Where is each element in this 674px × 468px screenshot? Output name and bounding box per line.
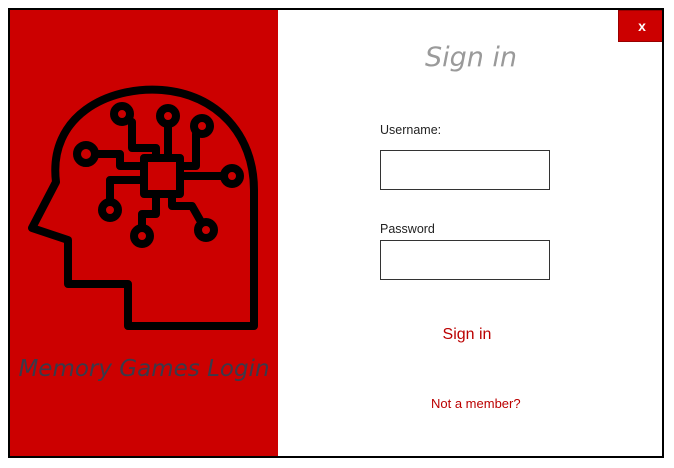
- sign-in-button[interactable]: Sign in: [390, 320, 544, 350]
- username-label: Username:: [380, 123, 442, 137]
- password-field[interactable]: [380, 240, 550, 280]
- register-link[interactable]: Not a member?: [390, 396, 560, 411]
- app-title: Memory Games Login: [18, 356, 270, 382]
- brain-circuit-icon: [28, 85, 258, 330]
- password-label: Password: [380, 222, 435, 236]
- login-window: Memory Games Login x Sign in Username: P…: [8, 8, 664, 458]
- brand-panel: Memory Games Login: [10, 10, 278, 456]
- close-button[interactable]: x: [618, 10, 662, 42]
- username-field[interactable]: [380, 150, 550, 190]
- page-title: Sign in: [424, 42, 518, 73]
